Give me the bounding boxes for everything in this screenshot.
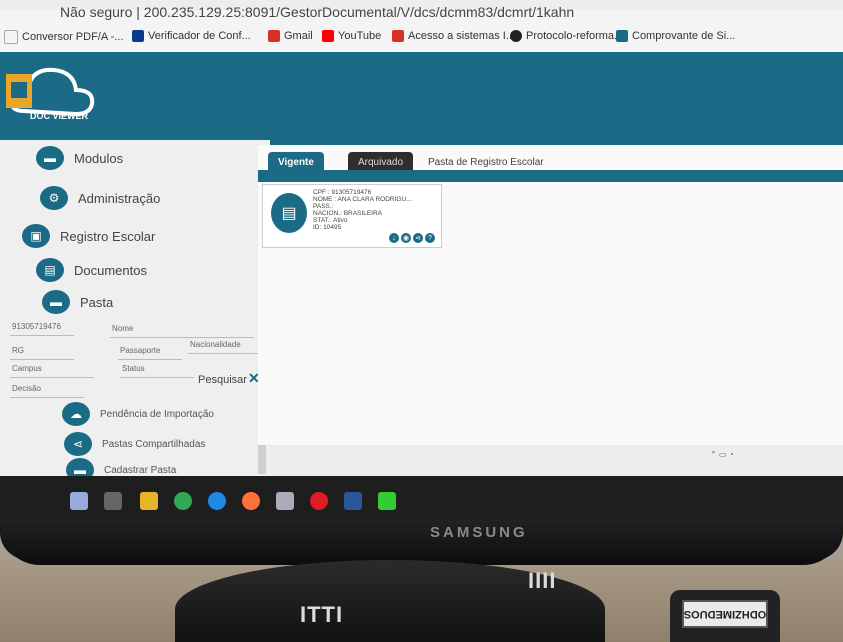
cloud-icon: ☁: [62, 402, 90, 426]
opera-icon[interactable]: [310, 492, 328, 510]
search-button[interactable]: Pesquisar: [198, 374, 247, 386]
bookmark-item[interactable]: Gmail: [268, 30, 313, 42]
pdf-icon: [392, 30, 404, 42]
share-icon[interactable]: ⋖: [413, 233, 423, 243]
bookmark-item[interactable]: Verificador de Conf...: [132, 30, 251, 42]
card-pass: PASS.:: [313, 203, 334, 210]
sidebar-item-administracao[interactable]: ⚙ Administração: [40, 186, 160, 210]
tab-vigente[interactable]: Vigente: [268, 152, 324, 172]
screen: Não seguro | 200.235.129.25:8091/GestorD…: [0, 0, 843, 520]
sidebar-item-documentos[interactable]: ▤ Documentos: [36, 258, 147, 282]
edge-icon[interactable]: [208, 492, 226, 510]
search-filters: 91305719476 Nome RG Passaporte Nacionali…: [10, 322, 265, 402]
address-bar[interactable]: Não seguro | 200.235.129.25:8091/GestorD…: [60, 4, 574, 20]
app-icon: [616, 30, 628, 42]
chrome-icon[interactable]: [174, 492, 192, 510]
nacionalidade-input[interactable]: Nacionalidade: [188, 340, 262, 354]
id-card-icon: ▤: [271, 193, 307, 233]
card-cpf: CPF : 91305719476: [313, 189, 372, 196]
firefox-icon[interactable]: [242, 492, 260, 510]
youtube-icon: [322, 30, 334, 42]
word-icon[interactable]: [344, 492, 362, 510]
tab-arquivado[interactable]: Arquivado: [348, 152, 414, 172]
student-card[interactable]: ▤ CPF : 91305719476 NOME : ANA CLARA ROD…: [262, 184, 442, 248]
gmail-icon: [268, 30, 280, 42]
download-icon[interactable]: ↓: [389, 233, 399, 243]
folder-icon: ▬: [42, 290, 70, 314]
windows-start-icon[interactable]: [70, 492, 88, 510]
card-nacion: NACION.: BRASILEIRA: [313, 210, 382, 217]
sidebar-item-registro-escolar[interactable]: ▣ Registro Escolar: [22, 224, 155, 248]
decisao-select[interactable]: Decisão: [10, 384, 84, 398]
card-nome: NOME : ANA CLARA RODRIGU...: [313, 196, 412, 203]
sidebar-item-pastas-compartilhadas[interactable]: ⋖ Pastas Compartilhadas: [64, 432, 205, 456]
sidebar-item-pendencia[interactable]: ☁ Pendência de Importação: [62, 402, 214, 426]
passaporte-input[interactable]: Passaporte: [118, 346, 182, 360]
nome-input[interactable]: Nome: [110, 324, 254, 338]
card-details: CPF : 91305719476 NOME : ANA CLARA RODRI…: [313, 189, 412, 231]
stand-logo: ITTI: [300, 602, 344, 627]
bookmark-item[interactable]: YouTube: [322, 30, 381, 42]
taskbar: [0, 476, 843, 520]
gear-icon: ⚙: [40, 186, 68, 210]
app-icon[interactable]: [276, 492, 294, 510]
bookmark-item[interactable]: Protocolo-reforma...: [510, 30, 623, 42]
card-status: STAT.: Ativo: [313, 217, 348, 224]
folder-icon: ▬: [36, 146, 64, 170]
bookmark-item[interactable]: Conversor PDF/A -...: [4, 30, 123, 44]
bookmarks-bar: Não seguro | 200.235.129.25:8091/GestorD…: [0, 4, 843, 54]
tab-pasta-registro[interactable]: Pasta de Registro Escolar: [418, 152, 554, 172]
logo-text: DOC VIEWER: [30, 111, 89, 121]
monitor-brand: SAMSUNG: [430, 524, 528, 541]
info-icon[interactable]: ?: [425, 233, 435, 243]
app-header: [0, 52, 843, 147]
status-select[interactable]: Status: [120, 364, 194, 378]
task-view-icon[interactable]: [104, 492, 122, 510]
tray-icon: ⌃ ▭ ◔: [710, 450, 734, 459]
stand-logo: IIII: [528, 568, 557, 593]
card-actions: ↓ ◉ ⋖ ?: [389, 233, 435, 243]
folder-icon: [132, 30, 144, 42]
rubber-stamp: ODHZIMEDUOS: [670, 590, 780, 642]
campus-select[interactable]: Campus: [10, 364, 94, 378]
app-icon[interactable]: [378, 492, 396, 510]
globe-icon: [510, 30, 522, 42]
sidebar-item-modulos[interactable]: ▬ Modulos: [36, 146, 123, 170]
pdf-icon: [4, 30, 18, 44]
sidebar-item-pasta[interactable]: ▬ Pasta: [42, 290, 113, 314]
monitor-bezel: [0, 520, 843, 565]
bookmark-item[interactable]: Comprovante de Si...: [616, 30, 735, 42]
view-icon[interactable]: ◉: [401, 233, 411, 243]
briefcase-icon: ▣: [22, 224, 50, 248]
stamp-label: ODHZIMEDUOS: [682, 600, 768, 628]
share-icon: ⋖: [64, 432, 92, 456]
bookmark-item[interactable]: Acesso a sistemas I...: [392, 30, 515, 42]
tab-underline: [258, 170, 843, 182]
file-explorer-icon[interactable]: [140, 492, 158, 510]
document-icon: ▤: [36, 258, 64, 282]
monitor: Não seguro | 200.235.129.25:8091/GestorD…: [0, 0, 843, 565]
card-id: ID: 10495: [313, 224, 342, 231]
cpf-input[interactable]: 91305719476: [10, 322, 74, 336]
rg-input[interactable]: RG: [10, 346, 74, 360]
system-tray[interactable]: ⌃ ▭ ◔: [710, 450, 734, 459]
